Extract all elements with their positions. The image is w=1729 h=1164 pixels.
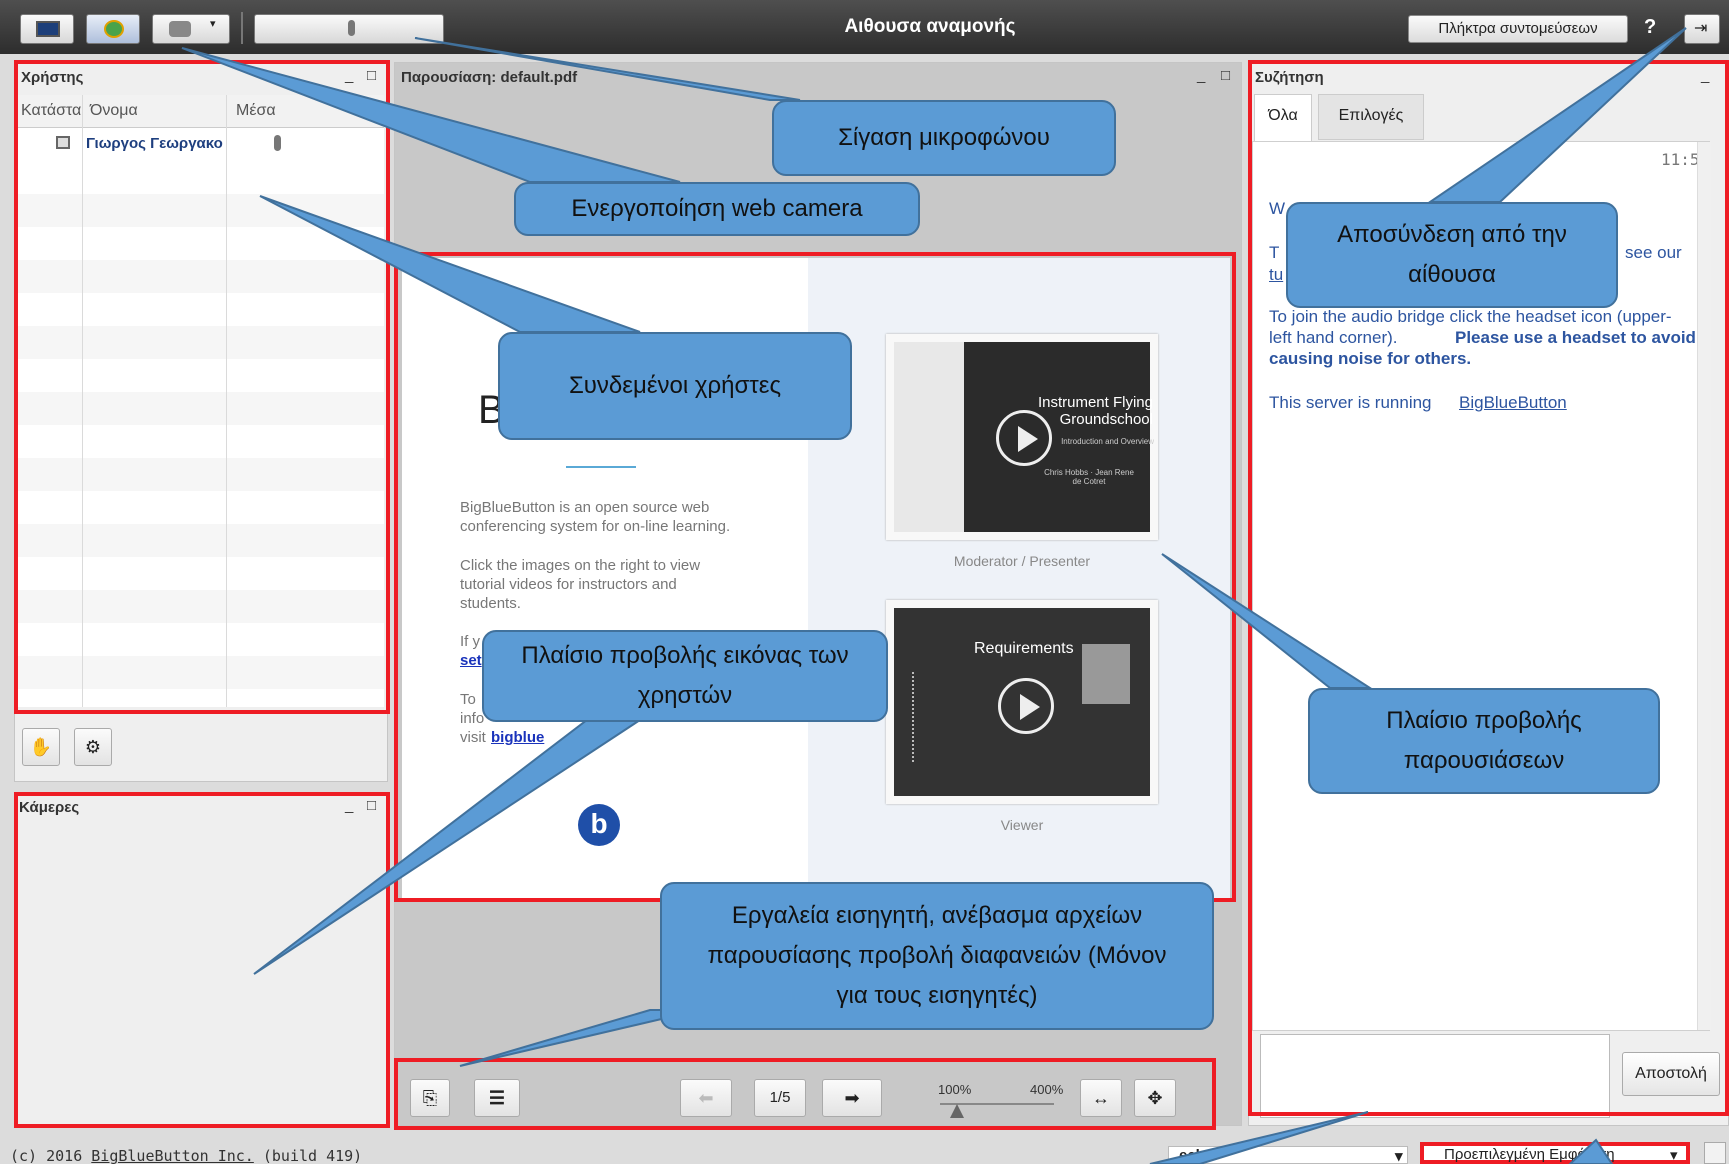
arrow-presentation [1161, 553, 1374, 689]
callout-webcam: Ενεργοποίηση web camera [514, 182, 920, 236]
bbb-window: ▾ Αιθουσα αναμονής Πλήκτρα συντομεύσεων … [0, 0, 1729, 1164]
arrow-chat-input [1149, 1111, 1369, 1164]
arrow-cameras [253, 708, 643, 975]
arrow-logout [1426, 27, 1687, 203]
callout-presentation-frame: Πλαίσιο προβολής παρουσιάσεων [1308, 688, 1660, 794]
callout-user-image-frame: Πλαίσιο προβολής εικόνας των χρηστών [482, 630, 888, 722]
callout-connected-users: Συνδεμένοι χρήστες [498, 332, 852, 440]
callout-presenter-tools: Εργαλεία εισηγητή, ανέβασμα αρχείων παρο… [660, 882, 1214, 1030]
callout-mute-mic: Σίγαση μικροφώνου [772, 100, 1116, 176]
arrow-mute-mic [414, 37, 801, 101]
callout-logout: Αποσύνδεση από την αίθουσα [1286, 202, 1618, 308]
arrow-layout [1568, 1138, 1614, 1164]
